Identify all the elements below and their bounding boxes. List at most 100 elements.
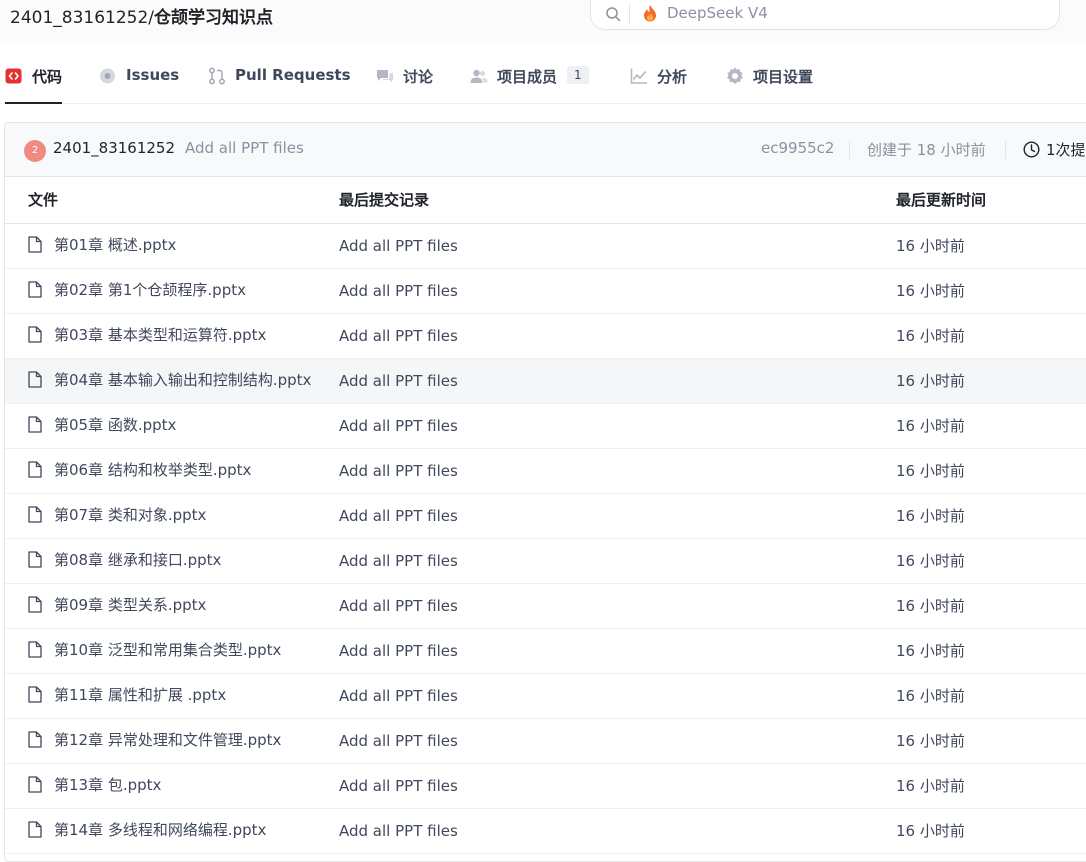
file-last-commit[interactable]: Add all PPT files <box>339 538 896 584</box>
file-icon <box>28 416 42 433</box>
repo-name-link[interactable]: 仓颉学习知识点 <box>154 8 273 28</box>
file-name: 第09章 类型关系.pptx <box>54 596 207 614</box>
table-row[interactable]: 第12章 异常处理和文件管理.pptx Add all PPT files 16 小… <box>5 718 1086 764</box>
table-row[interactable]: 第11章 属性和扩展 .pptx Add all PPT files 16 小时前 <box>5 673 1086 719</box>
file-icon <box>28 326 42 343</box>
file-link[interactable]: 第10章 泛型和常用集合类型.pptx <box>28 639 281 660</box>
file-icon <box>28 686 42 703</box>
repo-owner-link[interactable]: 2401_83161252 <box>10 8 148 28</box>
file-name-cell: 第14章 多线程和网络编程.pptx <box>5 808 339 854</box>
file-updated-time: 16 小时前 <box>896 583 1086 629</box>
commit-count-link[interactable]: 1次提 <box>1046 139 1086 160</box>
table-row[interactable]: 第01章 概述.pptx Add all PPT files 16 小时前 <box>5 223 1086 269</box>
table-row[interactable]: 第06章 结构和枚举类型.pptx Add all PPT files 16 小时前 <box>5 448 1086 494</box>
file-last-commit[interactable]: Add all PPT files <box>339 403 896 449</box>
tab-code-label: 代码 <box>32 68 63 86</box>
file-last-commit[interactable]: Add all PPT files <box>339 628 896 674</box>
file-name-cell: 第01章 概述.pptx <box>5 223 339 269</box>
file-updated-time: 16 小时前 <box>896 268 1086 314</box>
file-last-commit[interactable]: Add all PPT files <box>339 223 896 269</box>
file-updated-time: 16 小时前 <box>896 223 1086 269</box>
table-row[interactable]: 第05章 函数.pptx Add all PPT files 16 小时前 <box>5 403 1086 449</box>
search-input[interactable]: DeepSeek V4 <box>590 0 1060 30</box>
file-name: 第12章 异常处理和文件管理.pptx <box>54 731 282 749</box>
repo-breadcrumb: 2401_83161252/仓颉学习知识点 <box>10 3 273 28</box>
commit-message[interactable]: Add all PPT files <box>185 139 304 157</box>
table-row[interactable]: 第13章 包.pptx Add all PPT files 16 小时前 <box>5 763 1086 809</box>
file-icon <box>28 776 42 793</box>
file-last-commit[interactable]: Add all PPT files <box>339 358 896 404</box>
file-link[interactable]: 第01章 概述.pptx <box>28 234 176 255</box>
file-last-commit[interactable]: Add all PPT files <box>339 268 896 314</box>
file-icon <box>28 821 42 838</box>
file-icon <box>28 551 42 568</box>
file-last-commit[interactable]: Add all PPT files <box>339 763 896 809</box>
file-link[interactable]: 第07章 类和对象.pptx <box>28 504 206 525</box>
commit-author[interactable]: 2401_83161252 <box>53 139 175 157</box>
settings-gear-icon <box>727 67 743 84</box>
file-list: 第01章 概述.pptx Add all PPT files 16 小时前 第02章 … <box>5 223 1086 854</box>
file-browser-panel: 2 2401_83161252 Add all PPT files ec9955… <box>4 122 1086 862</box>
search-icon[interactable] <box>605 6 621 22</box>
file-name: 第08章 继承和接口.pptx <box>54 551 222 569</box>
file-table: 文件 最后提交记录 最后更新时间 第01章 概述.pptx Add all PPT… <box>5 177 1086 854</box>
file-link[interactable]: 第09章 类型关系.pptx <box>28 594 206 615</box>
tab-settings[interactable]: 项目设置 <box>726 66 813 104</box>
file-last-commit[interactable]: Add all PPT files <box>339 808 896 854</box>
tab-analytics[interactable]: 分析 <box>630 66 687 104</box>
file-link[interactable]: 第11章 属性和扩展 .pptx <box>28 684 226 705</box>
tab-discussion[interactable]: 讨论 <box>376 66 433 104</box>
members-icon <box>470 69 488 83</box>
table-row[interactable]: 第02章 第1个仓颉程序.pptx Add all PPT files 16 小时前 <box>5 268 1086 314</box>
file-name: 第06章 结构和枚举类型.pptx <box>54 461 252 479</box>
file-link[interactable]: 第13章 包.pptx <box>28 774 161 795</box>
file-last-commit[interactable]: Add all PPT files <box>339 493 896 539</box>
commit-bar-divider <box>849 141 850 159</box>
file-name-cell: 第02章 第1个仓颉程序.pptx <box>5 268 339 314</box>
file-name: 第07章 类和对象.pptx <box>54 506 207 524</box>
column-header-file: 文件 <box>5 177 339 224</box>
file-name: 第01章 概述.pptx <box>54 236 177 254</box>
avatar[interactable]: 2 <box>24 140 46 162</box>
file-link[interactable]: 第06章 结构和枚举类型.pptx <box>28 459 251 480</box>
file-last-commit[interactable]: Add all PPT files <box>339 448 896 494</box>
file-updated-time: 16 小时前 <box>896 403 1086 449</box>
tab-analytics-label: 分析 <box>657 68 688 86</box>
table-row[interactable]: 第10章 泛型和常用集合类型.pptx Add all PPT files 16 小… <box>5 628 1086 674</box>
file-icon <box>28 506 42 523</box>
file-link[interactable]: 第14章 多线程和网络编程.pptx <box>28 819 266 840</box>
file-name-cell: 第09章 类型关系.pptx <box>5 583 339 629</box>
file-last-commit[interactable]: Add all PPT files <box>339 583 896 629</box>
search-placeholder: DeepSeek V4 <box>667 4 768 22</box>
file-name: 第13章 包.pptx <box>54 776 162 794</box>
table-row[interactable]: 第07章 类和对象.pptx Add all PPT files 16 小时前 <box>5 493 1086 539</box>
pull-request-icon <box>209 67 225 85</box>
members-count-badge: 1 <box>567 66 589 84</box>
table-row[interactable]: 第14章 多线程和网络编程.pptx Add all PPT files 16 小时… <box>5 808 1086 854</box>
file-link[interactable]: 第08章 继承和接口.pptx <box>28 549 221 570</box>
tab-pull-requests[interactable]: Pull Requests <box>208 66 351 104</box>
latest-commit-bar: 2 2401_83161252 Add all PPT files ec9955… <box>5 123 1086 177</box>
tab-members[interactable]: 项目成员 1 <box>470 66 589 104</box>
file-link[interactable]: 第04章 基本输入输出和控制结构.pptx <box>28 369 311 390</box>
tab-code[interactable]: 代码 <box>5 66 63 104</box>
issues-icon <box>100 68 115 84</box>
file-link[interactable]: 第12章 异常处理和文件管理.pptx <box>28 729 281 750</box>
file-name: 第14章 多线程和网络编程.pptx <box>54 821 267 839</box>
file-link[interactable]: 第02章 第1个仓颉程序.pptx <box>28 279 246 300</box>
table-row[interactable]: 第04章 基本输入输出和控制结构.pptx Add all PPT files 16… <box>5 358 1086 404</box>
file-link[interactable]: 第03章 基本类型和运算符.pptx <box>28 324 266 345</box>
tab-members-label: 项目成员 <box>497 68 558 86</box>
column-header-last-updated: 最后更新时间 <box>896 177 1086 224</box>
tab-issues[interactable]: Issues <box>99 66 179 104</box>
commit-hash[interactable]: ec9955c2 <box>761 139 834 157</box>
file-last-commit[interactable]: Add all PPT files <box>339 313 896 359</box>
file-last-commit[interactable]: Add all PPT files <box>339 673 896 719</box>
file-link[interactable]: 第05章 函数.pptx <box>28 414 176 435</box>
table-row[interactable]: 第08章 继承和接口.pptx Add all PPT files 16 小时前 <box>5 538 1086 584</box>
commit-bar-divider <box>1005 141 1006 159</box>
file-last-commit[interactable]: Add all PPT files <box>339 718 896 764</box>
top-bar: 2401_83161252/仓颉学习知识点 DeepSeek V4 <box>0 0 1086 44</box>
table-row[interactable]: 第09章 类型关系.pptx Add all PPT files 16 小时前 <box>5 583 1086 629</box>
table-row[interactable]: 第03章 基本类型和运算符.pptx Add all PPT files 16 小时… <box>5 313 1086 359</box>
